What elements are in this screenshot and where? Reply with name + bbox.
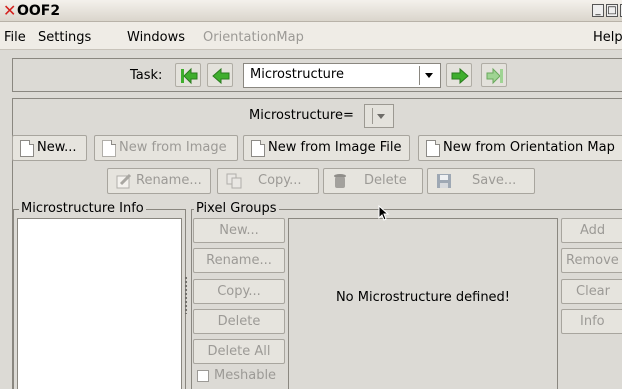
pencil-icon: [116, 173, 132, 189]
microstructure-select[interactable]: [364, 104, 394, 128]
menu-file[interactable]: File: [4, 27, 26, 49]
pixel-group-new-button[interactable]: New...: [193, 218, 285, 243]
pixel-remove-button[interactable]: Remove: [561, 248, 622, 273]
task-label: Task:: [130, 68, 163, 83]
microstructure-label: Microstructure=: [249, 108, 354, 123]
delete-label: Delete: [364, 173, 407, 188]
select-divider: [372, 108, 373, 124]
pixel-group-copy-button[interactable]: Copy...: [193, 279, 285, 304]
document-icon: [102, 140, 116, 157]
microstructure-info-textarea[interactable]: [17, 218, 182, 389]
copy-label: Copy...: [258, 173, 302, 188]
chevron-down-icon[interactable]: [419, 66, 437, 85]
window-title: OOF2: [17, 3, 61, 19]
task-select-value: Microstructure: [250, 67, 344, 82]
new-from-image-file-button[interactable]: New from Image File: [243, 135, 410, 161]
save-label: Save...: [472, 173, 517, 188]
rename-label: Rename...: [136, 173, 202, 188]
document-icon: [251, 140, 265, 157]
pixel-add-button[interactable]: Add: [561, 218, 622, 243]
floppy-disk-icon: [437, 174, 451, 188]
new-from-orientation-map-label: New from Orientation Map: [443, 140, 615, 155]
right-arrow-icon: [451, 67, 469, 85]
document-icon: [426, 140, 440, 157]
menu-orientationmap[interactable]: OrientationMap: [203, 27, 304, 49]
meshable-label: Meshable: [214, 368, 277, 383]
last-arrow-icon: [486, 67, 503, 85]
first-arrow-icon: [181, 67, 198, 85]
new-from-image-button[interactable]: New from Image: [94, 135, 238, 161]
trash-icon: [334, 174, 346, 188]
pixel-group-delete-all-button[interactable]: Delete All: [193, 339, 285, 364]
menu-settings[interactable]: Settings: [38, 27, 91, 49]
pixel-info-button[interactable]: Info: [561, 309, 622, 334]
chevron-down-icon: [377, 114, 385, 119]
last-task-button[interactable]: [481, 63, 507, 87]
first-task-button[interactable]: [175, 63, 201, 87]
pixel-group-delete-button[interactable]: Delete: [193, 309, 285, 334]
new-microstructure-button[interactable]: New...: [12, 135, 87, 161]
delete-button[interactable]: Delete: [323, 168, 423, 194]
menu-help[interactable]: Help: [593, 27, 622, 49]
menu-windows[interactable]: Windows: [127, 27, 185, 49]
pixel-clear-button[interactable]: Clear: [561, 279, 622, 304]
copy-button[interactable]: Copy...: [217, 168, 319, 194]
new-from-image-file-label: New from Image File: [268, 140, 402, 155]
new-button-label: New...: [37, 140, 77, 155]
no-microstructure-message: No Microstructure defined!: [335, 290, 511, 305]
left-arrow-icon: [212, 67, 230, 85]
maximize-button[interactable]: □: [606, 4, 618, 17]
microstructure-info-title: Microstructure Info: [19, 200, 146, 218]
meshable-checkbox[interactable]: [197, 370, 209, 382]
save-button[interactable]: Save...: [427, 168, 535, 194]
document-icon: [20, 140, 34, 157]
new-from-image-label: New from Image: [119, 140, 227, 155]
menu-bar: [0, 22, 622, 50]
previous-task-button[interactable]: [207, 63, 233, 87]
pixel-groups-title: Pixel Groups: [194, 200, 279, 218]
app-logo-icon: ✕: [3, 1, 17, 20]
pixel-group-rename-button[interactable]: Rename...: [193, 248, 285, 273]
minimize-button[interactable]: _: [592, 4, 604, 17]
mouse-pointer-icon: [378, 205, 390, 221]
pane-resize-handle[interactable]: [184, 276, 188, 314]
rename-button[interactable]: Rename...: [107, 168, 211, 194]
next-task-button[interactable]: [446, 63, 472, 87]
copy-icon: [226, 173, 242, 189]
title-bar: [0, 0, 622, 22]
new-from-orientation-map-button[interactable]: New from Orientation Map: [418, 135, 622, 161]
